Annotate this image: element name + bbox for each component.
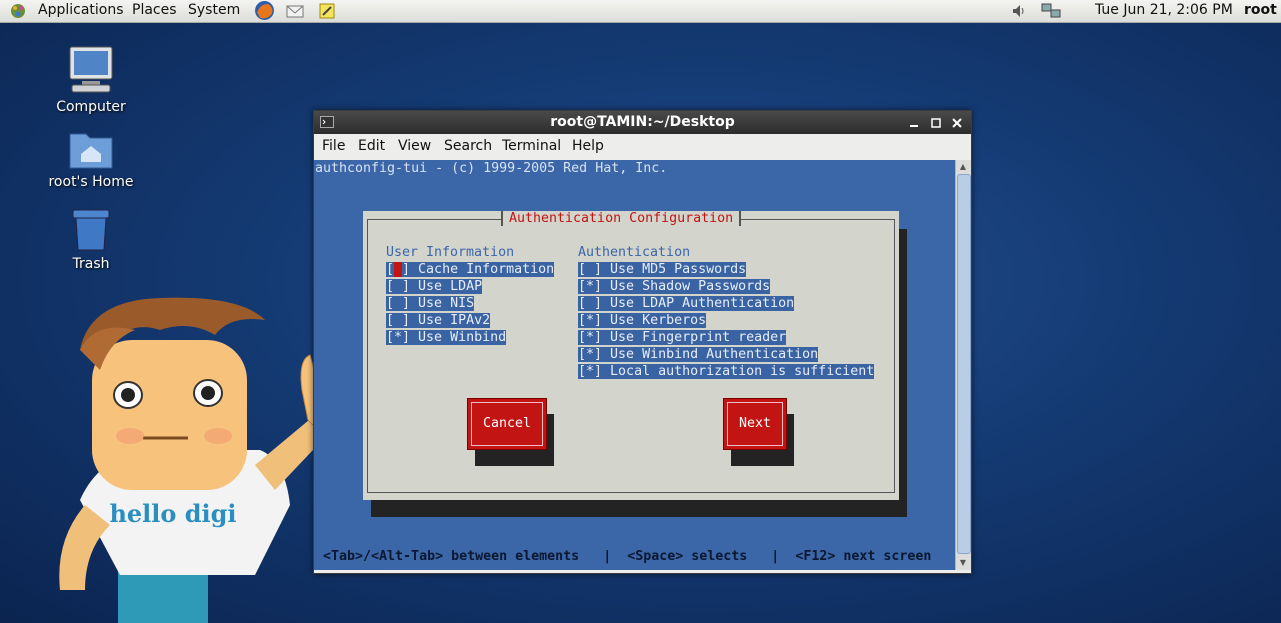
- checkbox-ldap-authentication[interactable]: [ ] Use LDAP Authentication: [578, 296, 795, 311]
- checkbox-winbind-authentication[interactable]: [*] Use Winbind Authentication: [578, 347, 819, 362]
- menu-edit[interactable]: Edit: [358, 138, 385, 154]
- menu-places[interactable]: Places: [132, 2, 177, 18]
- minimize-icon[interactable]: [908, 117, 920, 129]
- checkbox-cache-information[interactable]: [ ] Cache Information: [386, 262, 555, 277]
- checkbox-use-ipav2[interactable]: [ ] Use IPAv2: [386, 313, 491, 328]
- clock[interactable]: Tue Jun 21, 2:06 PM: [1095, 2, 1233, 18]
- checkbox-local-authorization[interactable]: [*] Local authorization is sufficient: [578, 364, 875, 379]
- auth-config-dialog: Authentication Configuration User Inform…: [363, 211, 899, 500]
- menu-search[interactable]: Search: [444, 138, 492, 154]
- terminal-footer-help: <Tab>/<Alt-Tab> between elements | <Spac…: [323, 549, 932, 564]
- desktop-icon-label: Trash: [72, 256, 110, 272]
- firefox-icon[interactable]: [254, 0, 275, 21]
- home-folder-icon: [69, 133, 113, 169]
- gnome-foot-icon[interactable]: [9, 2, 27, 20]
- auth-heading: Authentication: [578, 245, 691, 260]
- menu-file[interactable]: File: [322, 138, 345, 154]
- dialog-title: Authentication Configuration: [501, 211, 742, 226]
- desktop-icon-label: Computer: [56, 99, 126, 115]
- menu-view[interactable]: View: [398, 138, 431, 154]
- window-titlebar[interactable]: root@TAMIN:~/Desktop: [314, 111, 971, 134]
- dialog-shadow-side: [899, 229, 907, 517]
- menu-terminal[interactable]: Terminal: [502, 138, 561, 154]
- user-name[interactable]: root: [1244, 2, 1277, 18]
- menu-help[interactable]: Help: [572, 138, 604, 154]
- checkbox-md5-passwords[interactable]: [ ] Use MD5 Passwords: [578, 262, 747, 277]
- window-menubar: File Edit View Search Terminal Help: [314, 134, 971, 158]
- volume-icon[interactable]: [1010, 2, 1028, 20]
- close-icon[interactable]: [951, 117, 963, 129]
- terminal-area[interactable]: authconfig-tui - (c) 1999-2005 Red Hat, …: [314, 160, 955, 570]
- window-title: root@TAMIN:~/Desktop: [550, 114, 735, 130]
- notes-icon[interactable]: [318, 2, 336, 20]
- scroll-up-arrow[interactable]: ▲: [958, 162, 968, 172]
- desktop-icon-computer[interactable]: Computer: [41, 45, 141, 115]
- terminal-header-text: authconfig-tui - (c) 1999-2005 Red Hat, …: [315, 161, 668, 176]
- menu-system[interactable]: System: [188, 2, 240, 18]
- mail-icon[interactable]: [286, 2, 304, 20]
- checkbox-use-ldap[interactable]: [ ] Use LDAP: [386, 279, 483, 294]
- menu-applications[interactable]: Applications: [38, 2, 124, 18]
- next-button[interactable]: Next: [723, 398, 787, 450]
- checkbox-fingerprint-reader[interactable]: [*] Use Fingerprint reader: [578, 330, 787, 345]
- user-info-heading: User Information: [386, 245, 515, 260]
- desktop-icon-label: root's Home: [48, 174, 134, 190]
- checkbox-use-nis[interactable]: [ ] Use NIS: [386, 296, 475, 311]
- mascot-shirt-text: hello digi: [109, 499, 236, 528]
- checkbox-use-winbind[interactable]: [*] Use Winbind: [386, 330, 507, 345]
- trash-icon: [72, 209, 110, 251]
- dialog-shadow: [371, 500, 907, 517]
- scroll-down-arrow[interactable]: ▼: [958, 558, 968, 568]
- desktop-icon-trash[interactable]: Trash: [41, 208, 141, 272]
- computer-icon: [69, 46, 113, 93]
- checkbox-shadow-passwords[interactable]: [*] Use Shadow Passwords: [578, 279, 771, 294]
- network-icon[interactable]: [1040, 2, 1062, 20]
- top-panel: Applications Places System Tue Jun 21, 2…: [0, 0, 1281, 23]
- checkbox-use-kerberos[interactable]: [*] Use Kerberos: [578, 313, 707, 328]
- cancel-button[interactable]: Cancel: [467, 398, 547, 450]
- terminal-scrollbar[interactable]: ▲ ▼: [955, 160, 971, 570]
- desktop-icon-home[interactable]: root's Home: [41, 128, 141, 190]
- terminal-window: root@TAMIN:~/Desktop File Edit View Sear…: [313, 110, 972, 574]
- scrollbar-thumb[interactable]: [957, 174, 971, 554]
- maximize-icon[interactable]: [930, 117, 942, 129]
